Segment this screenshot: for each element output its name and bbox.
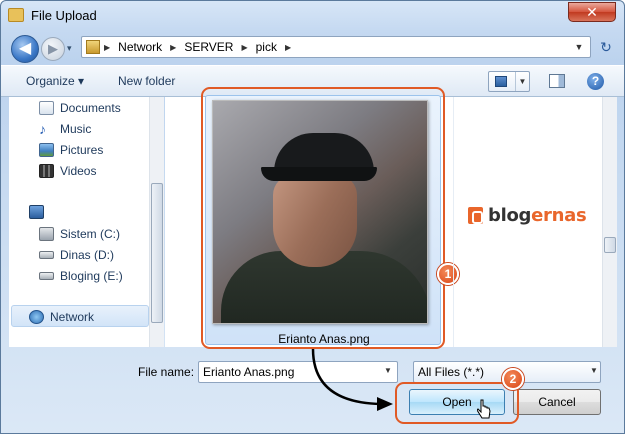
sidebar-item-pictures[interactable]: Pictures	[39, 141, 103, 159]
new-folder-button[interactable]: New folder	[118, 74, 175, 88]
file-type-dropdown-icon[interactable]: ▼	[590, 366, 598, 375]
sidebar-item-label: Music	[60, 122, 92, 136]
sidebar-item-computer[interactable]	[29, 203, 50, 221]
breadcrumb: ▶ Network ▶ SERVER ▶ pick ▶	[104, 40, 291, 54]
navigation-pane: Documents ♪ Music Pictures Videos Sistem…	[9, 97, 164, 347]
mouse-cursor-icon	[477, 399, 491, 419]
document-icon	[39, 101, 54, 115]
breadcrumb-separator[interactable]: ▶	[241, 43, 247, 52]
sidebar-item-bloging-e[interactable]: Bloging (E:)	[39, 267, 123, 285]
sidebar-scrollbar[interactable]	[149, 97, 164, 347]
preview-pane-icon[interactable]	[549, 74, 565, 88]
logo-text: blogernas	[488, 205, 587, 226]
sidebar-item-label: Network	[50, 310, 95, 324]
breadcrumb-separator[interactable]: ▶	[285, 43, 291, 52]
file-list: Erianto Anas.png 1 blogernas	[165, 87, 617, 349]
sidebar-item-network[interactable]: Network	[29, 308, 94, 326]
file-name-input[interactable]: Erianto Anas.png	[198, 361, 398, 383]
music-icon: ♪	[39, 121, 46, 137]
blogernas-logo: blogernas	[468, 205, 587, 226]
network-icon	[29, 310, 44, 324]
annotation-badge-2: 2	[502, 368, 524, 390]
breadcrumb-network[interactable]: Network	[118, 40, 162, 54]
annotation-badge-1: 1	[437, 263, 459, 285]
breadcrumb-separator[interactable]: ▶	[104, 43, 110, 52]
breadcrumb-server[interactable]: SERVER	[184, 40, 233, 54]
sidebar-item-sistem-c[interactable]: Sistem (C:)	[39, 225, 120, 243]
organize-button[interactable]: Organize ▾	[26, 74, 84, 88]
annotation-box-1	[201, 87, 445, 349]
file-name-dropdown-icon[interactable]: ▼	[384, 366, 392, 375]
logo-text-part1: blog	[488, 205, 532, 226]
forward-button[interactable]: ▶	[41, 37, 65, 61]
blog-icon	[468, 207, 483, 224]
recent-locations-button[interactable]: ▾	[67, 41, 79, 55]
breadcrumb-separator[interactable]: ▶	[170, 43, 176, 52]
sidebar-scroll-thumb[interactable]	[151, 183, 163, 323]
drive-icon	[39, 251, 54, 259]
window-title: File Upload	[31, 8, 97, 23]
content-scroll-thumb[interactable]	[604, 237, 616, 253]
title-bar: File Upload ✕	[1, 1, 624, 31]
sidebar-item-dinas-d[interactable]: Dinas (D:)	[39, 246, 114, 264]
sidebar-item-label: Dinas (D:)	[60, 248, 115, 262]
back-button[interactable]: ◀	[11, 35, 39, 63]
folder-icon	[8, 8, 24, 22]
drive-icon	[39, 272, 54, 280]
view-icon	[495, 76, 507, 87]
sidebar-item-documents[interactable]: Documents	[39, 99, 121, 117]
file-name-label: File name:	[138, 365, 195, 379]
sidebar-item-videos[interactable]: Videos	[39, 162, 96, 180]
sidebar-item-label: Documents	[60, 101, 121, 115]
close-button[interactable]: ✕	[568, 2, 616, 22]
sidebar-item-label: Sistem (C:)	[60, 227, 120, 241]
help-icon[interactable]: ?	[587, 73, 604, 90]
view-dropdown-icon[interactable]: ▼	[515, 72, 529, 91]
item-divider	[453, 97, 454, 347]
computer-icon	[29, 205, 44, 219]
sidebar-item-label: Pictures	[60, 143, 104, 157]
change-view-button[interactable]: ▼	[488, 71, 530, 92]
sidebar-item-label: Bloging (E:)	[60, 269, 123, 283]
pictures-icon	[39, 143, 54, 157]
annotation-box-2	[395, 382, 519, 424]
file-upload-dialog: File Upload ✕ ◀ ▶ ▾ ▶ Network ▶ SERVER ▶…	[0, 0, 625, 434]
address-bar[interactable]: ▶ Network ▶ SERVER ▶ pick ▶ ▼	[81, 36, 591, 58]
logo-text-part2: ernas	[531, 205, 587, 226]
drive-icon	[39, 227, 54, 241]
videos-icon	[39, 164, 54, 178]
content-scrollbar[interactable]	[602, 97, 617, 347]
address-dropdown-button[interactable]: ▼	[572, 39, 586, 55]
network-folder-icon	[86, 40, 100, 54]
breadcrumb-pick[interactable]: pick	[256, 40, 277, 54]
sidebar-item-music[interactable]: ♪ Music	[39, 120, 91, 138]
sidebar-item-label: Videos	[60, 164, 97, 178]
refresh-icon[interactable]: ↻	[595, 37, 617, 57]
cancel-button[interactable]: Cancel	[513, 389, 601, 415]
